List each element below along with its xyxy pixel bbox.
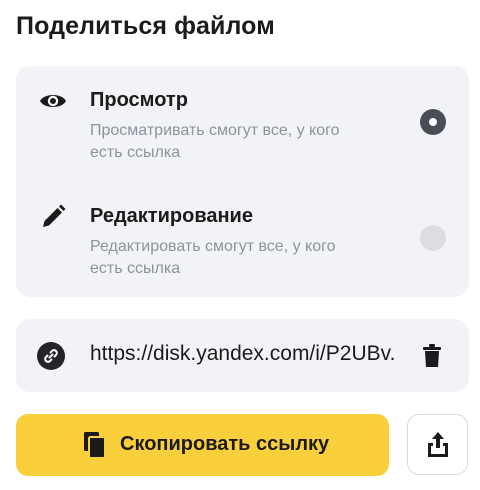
- access-option-view-title: Просмотр: [90, 89, 188, 111]
- share-link-card: https://disk.yandex.com/i/P2UBv.: [16, 319, 469, 392]
- copy-link-button[interactable]: Скопировать ссылку: [16, 414, 389, 476]
- access-options-card: Просмотр Просматривать смогут все, у ког…: [16, 66, 469, 297]
- trash-icon[interactable]: [421, 343, 443, 369]
- eye-icon: [38, 86, 68, 116]
- access-option-view[interactable]: Просмотр Просматривать смогут все, у ког…: [16, 66, 469, 176]
- access-option-view-description: Просматривать смогут все, у кого есть сс…: [90, 122, 340, 161]
- share-icon: [428, 432, 448, 457]
- access-option-edit[interactable]: Редактирование Редактировать смогут все,…: [16, 182, 469, 292]
- copy-link-label: Скопировать ссылку: [120, 433, 330, 455]
- page-title: Поделиться файлом: [16, 12, 275, 40]
- copy-icon: [83, 431, 107, 459]
- link-icon: [37, 342, 65, 370]
- access-option-edit-description: Редактировать смогут все, у кого есть сс…: [90, 238, 336, 277]
- pencil-icon: [38, 202, 68, 232]
- share-button[interactable]: [407, 414, 468, 475]
- access-option-edit-title: Редактирование: [90, 205, 253, 227]
- access-option-view-radio[interactable]: [420, 109, 446, 135]
- access-option-edit-radio[interactable]: [420, 225, 446, 251]
- share-link-url[interactable]: https://disk.yandex.com/i/P2UBv.: [90, 342, 420, 366]
